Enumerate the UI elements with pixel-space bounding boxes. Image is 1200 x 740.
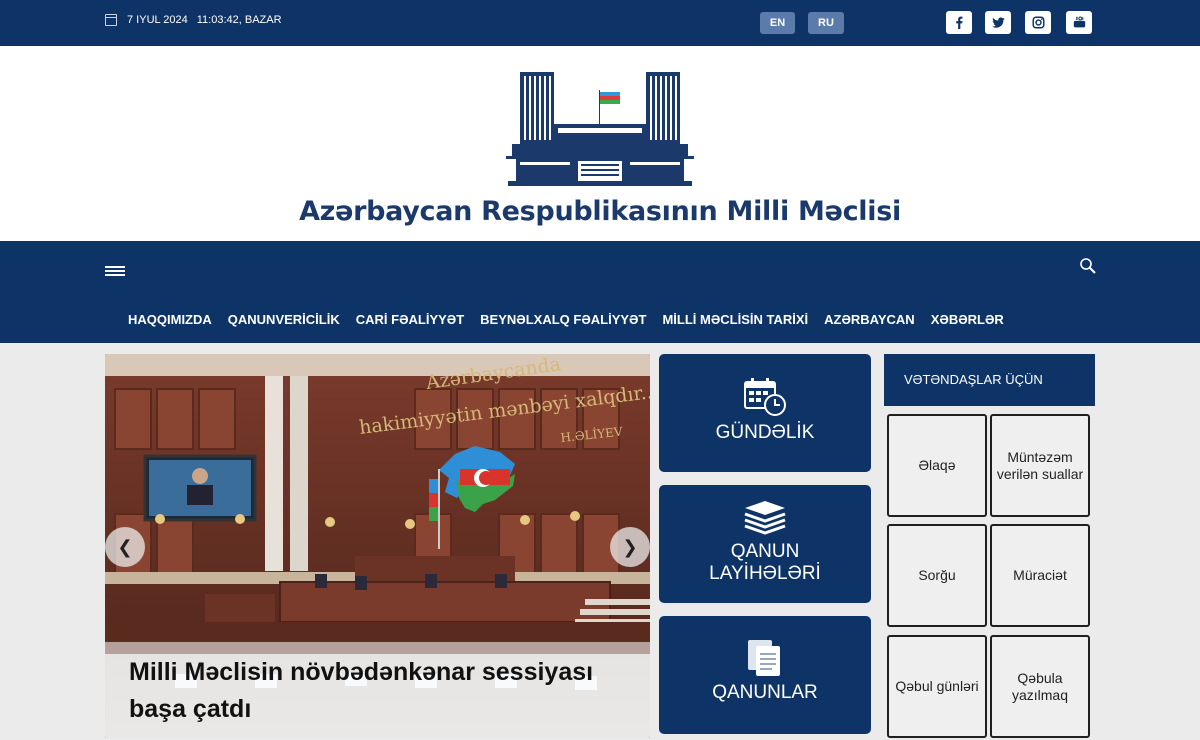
lang-en-button[interactable]: EN [760, 12, 795, 34]
youtube-icon[interactable] [1066, 11, 1092, 34]
nav-item-news[interactable]: XƏBƏRLƏR [923, 312, 1012, 327]
agenda-tile[interactable]: GÜNDƏLİK [659, 354, 871, 472]
nav-item-legislation[interactable]: QANUNVERİCİLİK [220, 312, 348, 327]
draft-laws-label-line2: LAYİHƏLƏRİ [709, 563, 821, 584]
nav-item-international-activity[interactable]: BEYNƏLXALQ FƏALİYYƏT [472, 312, 654, 327]
hamburger-menu-icon[interactable] [105, 266, 125, 276]
nav-menu: HAQQIMIZDA QANUNVERİCİLİK CARİ FƏALİYYƏT… [120, 312, 1012, 327]
reception-days-button[interactable]: Qəbul günləri [887, 635, 987, 738]
citizens-heading: VƏTƏNDAŞLAR ÜÇÜN [884, 354, 1095, 406]
current-time: 11:03:42, BAZAR [196, 14, 282, 26]
agenda-label: GÜNDƏLİK [715, 422, 815, 443]
site-header: Azərbaycan Respublikasının Milli Məclisi [0, 46, 1200, 241]
chevron-right-icon: ❯ [622, 536, 638, 557]
contact-button[interactable]: Əlaqə [887, 414, 987, 517]
site-title: Azərbaycan Respublikasının Milli Məclisi [299, 196, 901, 227]
search-icon[interactable] [1079, 257, 1097, 275]
nav-item-current-activity[interactable]: CARİ FƏALİYYƏT [348, 312, 472, 327]
laws-label: QANUNLAR [712, 682, 818, 703]
date-time: 7 IYUL 2024 11:03:42, BAZAR [105, 14, 282, 26]
nav-item-about[interactable]: HAQQIMIZDA [120, 312, 220, 327]
appeal-button[interactable]: Müraciət [990, 524, 1090, 627]
slider-next-button[interactable]: ❯ [610, 527, 650, 567]
laws-tile[interactable]: QANUNLAR [659, 616, 871, 734]
top-bar: 7 IYUL 2024 11:03:42, BAZAR EN RU [0, 0, 1200, 46]
slider-prev-button[interactable]: ❮ [105, 527, 145, 567]
main-nav: HAQQIMIZDA QANUNVERİCİLİK CARİ FƏALİYYƏT… [0, 241, 1200, 343]
slide-caption[interactable]: Milli Məclisin növbədənkənar sessiyası b… [105, 642, 650, 738]
nav-item-history[interactable]: MİLLİ MƏCLİSİN TARİXİ [654, 312, 816, 327]
parliament-logo[interactable] [506, 68, 694, 188]
book-stack-icon [744, 501, 786, 535]
nav-item-azerbaijan[interactable]: AZƏRBAYCAN [816, 312, 923, 327]
faq-button[interactable]: Müntəzəm verilən suallar [990, 414, 1090, 517]
lang-ru-button[interactable]: RU [808, 12, 844, 34]
calendar-clock-icon [744, 378, 786, 416]
slide-caption-line1: Milli Məclisin növbədənkənar sessiyası [129, 658, 594, 686]
inquiry-button[interactable]: Sorğu [887, 524, 987, 627]
draft-laws-tile[interactable]: QANUN LAYİHƏLƏRİ [659, 485, 871, 603]
documents-icon [748, 640, 780, 676]
current-date: 7 IYUL 2024 [127, 14, 188, 26]
facebook-icon[interactable] [946, 11, 972, 34]
instagram-icon[interactable] [1025, 11, 1051, 34]
news-slider[interactable]: Azərbaycanda hakimiyyətin mənbəyi xalqdı… [105, 354, 650, 738]
twitter-icon[interactable] [985, 11, 1011, 34]
calendar-icon [105, 14, 117, 26]
slide-caption-line2: başa çatdı [129, 695, 252, 723]
draft-laws-label-line1: QANUN [730, 541, 800, 562]
chevron-left-icon: ❮ [117, 536, 133, 557]
reception-signup-button[interactable]: Qəbula yazılmaq [990, 635, 1090, 738]
